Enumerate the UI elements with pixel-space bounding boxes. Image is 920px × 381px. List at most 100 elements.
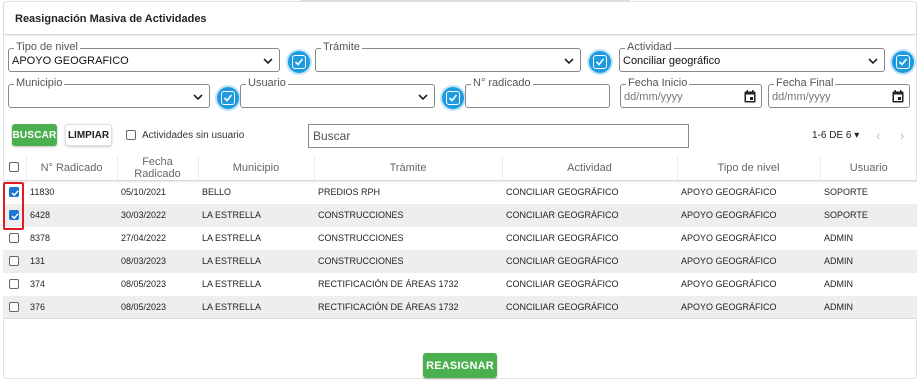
calendar-icon[interactable] xyxy=(744,90,756,103)
sin-usuario-checkbox[interactable] xyxy=(126,130,136,140)
cell-usuario: SOPORTE xyxy=(820,180,917,204)
table-row[interactable]: 6428 30/03/2022 LA ESTRELLA CONSTRUCCIONES C… xyxy=(3,203,917,227)
header-usuario[interactable]: Usuario xyxy=(820,156,917,181)
usuario-check-button[interactable] xyxy=(442,87,464,109)
row-checkbox[interactable] xyxy=(9,232,19,243)
radicado-input[interactable]: N° radicado xyxy=(465,77,610,108)
sin-usuario-label: Actividades sin usuario xyxy=(142,130,245,141)
cell-tramite: RECTIFICACIÓN DE ÁREAS 1732 xyxy=(314,272,502,296)
search-input[interactable] xyxy=(309,125,688,147)
cell-tipo-nivel: APOYO GEOGRÁFICO xyxy=(677,226,820,250)
cell-tipo-nivel: APOYO GEOGRÁFICO xyxy=(677,272,820,296)
table-row[interactable]: 8378 27/04/2022 LA ESTRELLA CONSTRUCCIONES C… xyxy=(3,226,917,250)
search-field[interactable] xyxy=(308,124,689,148)
panel-header: Reasignación Masiva de Actividades xyxy=(4,2,916,35)
table-row[interactable]: 376 08/05/2023 LA ESTRELLA RECTIFICACIÓN DE… xyxy=(3,295,917,319)
cell-municipio: LA ESTRELLA xyxy=(198,272,314,296)
cell-tramite: CONSTRUCCIONES xyxy=(314,203,502,227)
table-header-row: N° Radicado Fecha Radicado Municipio Trá… xyxy=(3,156,917,181)
tramite-check-button[interactable] xyxy=(589,51,611,73)
cell-tramite: PREDIOS RPH xyxy=(314,180,502,204)
cell-fecha: 30/03/2022 xyxy=(117,203,198,227)
cell-usuario: ADMIN xyxy=(820,226,917,250)
tramite-select[interactable]: Trámite xyxy=(315,41,581,72)
next-page-icon[interactable]: › xyxy=(900,128,904,143)
cell-radicado: 131 xyxy=(26,249,117,273)
fecha-final-input[interactable]: Fecha Final dd/mm/yyyy xyxy=(768,77,910,108)
cell-actividad: CONCILIAR GEOGRÁFICO xyxy=(502,295,677,319)
row-checkbox-cell xyxy=(3,295,26,319)
cell-tipo-nivel: APOYO GEOGRÁFICO xyxy=(677,180,820,204)
header-municipio[interactable]: Municipio xyxy=(198,156,315,181)
check-square-icon xyxy=(593,55,607,69)
pager-caret-icon: ▾ xyxy=(854,130,860,141)
row-checkbox[interactable] xyxy=(9,278,19,289)
cell-tramite: RECTIFICACIÓN DE ÁREAS 1732 xyxy=(314,295,502,319)
cell-radicado: 6428 xyxy=(26,203,117,227)
row-checkbox-cell xyxy=(3,272,26,296)
actividad-value: Conciliar geográfico xyxy=(623,55,721,67)
cell-radicado: 8378 xyxy=(26,226,117,250)
fecha-inicio-input[interactable]: Fecha Inicio dd/mm/yyyy xyxy=(620,77,762,108)
header-actividad[interactable]: Actividad xyxy=(502,156,678,181)
cell-radicado: 11830 xyxy=(26,180,117,204)
prev-page-icon[interactable]: ‹ xyxy=(876,128,880,143)
chevron-down-icon xyxy=(418,94,428,101)
reasignar-button[interactable]: REASIGNAR xyxy=(423,353,497,378)
chevron-down-icon xyxy=(564,58,574,65)
limpiar-button[interactable]: LIMPIAR xyxy=(65,124,112,146)
buscar-button[interactable]: BUSCAR xyxy=(12,124,57,146)
cell-actividad: CONCILIAR GEOGRÁFICO xyxy=(502,203,677,227)
cell-fecha: 08/05/2023 xyxy=(117,272,198,296)
radicado-label: N° radicado xyxy=(471,77,533,89)
cell-fecha: 05/10/2021 xyxy=(117,180,198,204)
municipio-check-button[interactable] xyxy=(217,87,239,109)
header-radicado[interactable]: N° Radicado xyxy=(26,156,118,181)
tipo-nivel-check-button[interactable] xyxy=(288,51,310,73)
cell-actividad: CONCILIAR GEOGRÁFICO xyxy=(502,180,677,204)
cell-municipio: LA ESTRELLA xyxy=(198,295,314,319)
row-checkbox-cell xyxy=(3,249,26,273)
municipio-label: Municipio xyxy=(14,77,65,89)
header-tramite[interactable]: Trámite xyxy=(314,156,503,181)
actividad-check-button[interactable] xyxy=(892,51,914,73)
cell-tipo-nivel: APOYO GEOGRÁFICO xyxy=(677,249,820,273)
table-row[interactable]: 131 08/03/2023 LA ESTRELLA CONSTRUCCIONES CO… xyxy=(3,249,917,273)
actividad-label: Actividad xyxy=(625,41,674,53)
cell-usuario: ADMIN xyxy=(820,272,917,296)
header-tipo-nivel[interactable]: Tipo de nivel xyxy=(677,156,821,181)
row-checkbox[interactable] xyxy=(9,255,19,266)
table-row[interactable]: 11830 05/10/2021 BELLO PREDIOS RPH CONCILIAR… xyxy=(3,180,917,204)
row-checkbox[interactable] xyxy=(9,301,19,312)
fecha-inicio-label: Fecha Inicio xyxy=(626,77,690,89)
cell-actividad: CONCILIAR GEOGRÁFICO xyxy=(502,226,677,250)
cell-fecha: 08/03/2023 xyxy=(117,249,198,273)
fecha-final-label: Fecha Final xyxy=(774,77,836,89)
cell-fecha: 27/04/2022 xyxy=(117,226,198,250)
cell-tramite: CONSTRUCCIONES xyxy=(314,226,502,250)
chevron-down-icon xyxy=(263,58,273,65)
cell-municipio: LA ESTRELLA xyxy=(198,203,314,227)
fecha-final-placeholder: dd/mm/yyyy xyxy=(772,91,831,103)
cell-usuario: ADMIN xyxy=(820,295,917,319)
cell-tipo-nivel: APOYO GEOGRÁFICO xyxy=(677,295,820,319)
municipio-select[interactable]: Municipio xyxy=(8,77,210,108)
tipo-nivel-select[interactable]: Tipo de nivel APOYO GEOGRAFICO xyxy=(8,41,280,72)
tipo-nivel-value: APOYO GEOGRAFICO xyxy=(12,55,129,67)
page-title: Reasignación Masiva de Actividades xyxy=(15,13,207,25)
chevron-down-icon xyxy=(868,58,878,65)
calendar-icon[interactable] xyxy=(892,90,904,103)
pager-text[interactable]: 1-6 DE 6 ▾ xyxy=(812,130,859,141)
header-shadow xyxy=(3,180,917,183)
check-square-icon xyxy=(292,55,306,69)
cell-actividad: CONCILIAR GEOGRÁFICO xyxy=(502,249,677,273)
header-fecha[interactable]: Fecha Radicado xyxy=(117,156,199,181)
cell-usuario: ADMIN xyxy=(820,249,917,273)
actividad-select[interactable]: Actividad Conciliar geográfico xyxy=(619,41,885,72)
select-all-checkbox[interactable] xyxy=(9,162,19,172)
cell-radicado: 374 xyxy=(26,272,117,296)
selection-highlight xyxy=(3,182,24,230)
table-row[interactable]: 374 08/05/2023 LA ESTRELLA RECTIFICACIÓN DE… xyxy=(3,272,917,296)
usuario-select[interactable]: Usuario xyxy=(240,77,435,108)
select-all-header xyxy=(3,156,27,181)
